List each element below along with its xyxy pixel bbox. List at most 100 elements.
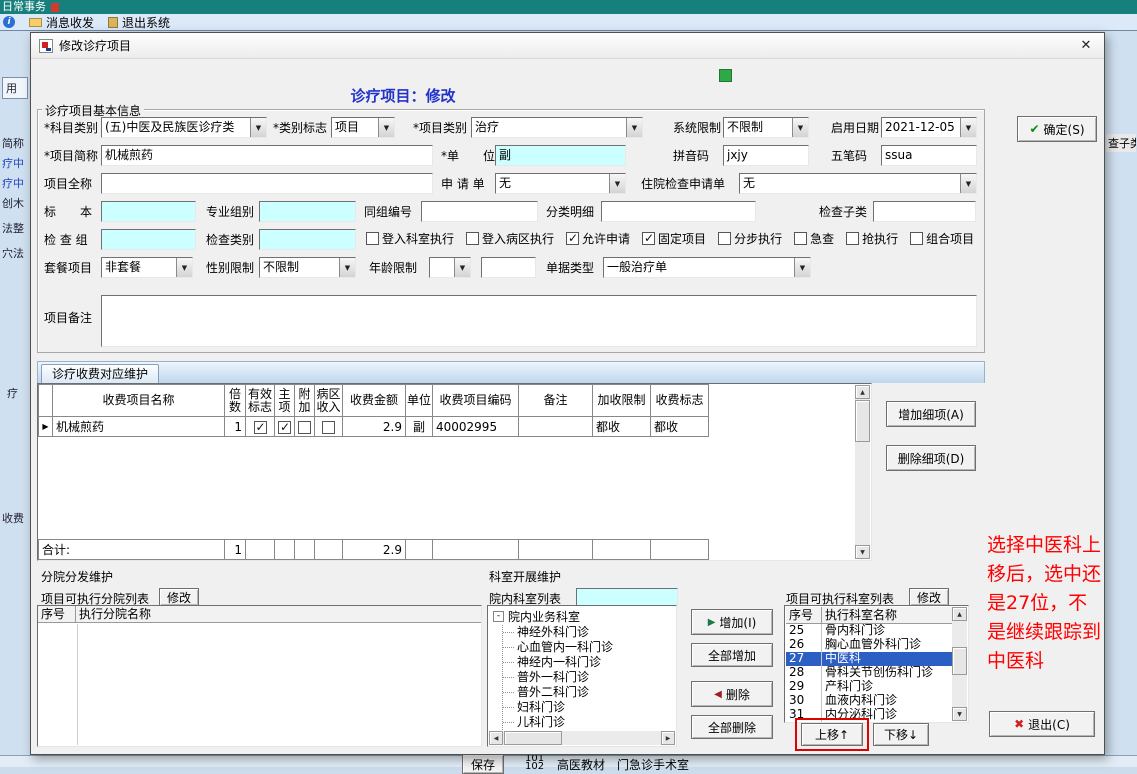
close-icon[interactable]: ✕ [1076,37,1096,55]
tree-item[interactable]: 神经外科门诊 [503,625,675,640]
delete-detail-button[interactable]: 删除细项(D) [886,445,976,471]
save-button-clipped[interactable]: 保存 [462,754,504,774]
exec-dept-modify-button[interactable]: 修改 [909,588,949,606]
class-detail-input[interactable] [601,201,756,222]
doc-type-select[interactable]: 一般治疗单 ▼ [603,257,811,278]
column-header[interactable]: 序号 [38,606,76,622]
full-name-input[interactable] [101,173,433,194]
checkbox-icon[interactable] [846,232,860,245]
column-header[interactable]: 执行科室名称 [822,607,952,623]
flag-checkbox-item[interactable]: 组合项目 [910,230,974,247]
add-all-button[interactable]: 全部增加 [691,643,773,667]
tree-item[interactable]: 普外一科门诊 [503,670,675,685]
dept-search-input[interactable] [576,588,678,606]
category-flag-select[interactable]: 项目 ▼ [331,117,395,138]
exec-dept-row[interactable]: 30 血液内科门诊 [786,694,952,708]
ward-checkbox[interactable] [322,420,335,434]
delete-all-button[interactable]: 全部删除 [691,715,773,739]
column-header[interactable]: 收费项目编码 [432,384,519,417]
tab-charge-mapping[interactable]: 诊疗收费对应维护 [41,364,160,384]
tree-root-node[interactable]: - 院内业务科室 [489,607,675,625]
menu-item-messages[interactable]: 消息收发 [29,14,94,31]
flag-checkbox-item[interactable]: 登入科室执行 [366,230,454,247]
exec-dept-row[interactable]: 26 胸心血管外科门诊 [786,638,952,652]
move-up-button[interactable]: 上移↑ [801,723,863,746]
tree-item[interactable]: 神经内一科门诊 [503,655,675,670]
flag-checkbox-item[interactable]: 急查 [794,230,834,247]
check-subclass-input[interactable] [873,201,976,222]
scrollbar-thumb[interactable] [952,647,967,675]
exec-dept-vertical-scrollbar[interactable]: ▲ ▼ [952,607,967,721]
scroll-down-icon[interactable]: ▼ [855,545,870,559]
checkbox-icon[interactable] [366,232,379,245]
unit-input[interactable]: 副 [495,145,626,166]
charge-vertical-scrollbar[interactable]: ▲ ▼ [855,385,870,559]
column-header[interactable]: 执行分院名称 [76,606,481,622]
exit-button[interactable]: ✖ 退出(C) [989,711,1095,737]
valid-checkbox[interactable] [253,420,267,434]
column-header[interactable]: 病区收入 [314,384,343,417]
checkbox-icon[interactable] [718,232,732,245]
flag-checkbox-item[interactable]: 允许申请 [566,230,630,247]
exec-dept-row[interactable]: 29 产科门诊 [786,680,952,694]
tree-item[interactable]: 普外二科门诊 [503,685,675,700]
checkbox-icon[interactable] [466,232,480,245]
column-header[interactable]: 收费标志 [650,384,709,417]
checkbox-icon[interactable] [794,232,808,245]
scroll-right-icon[interactable]: ▶ [661,731,675,745]
tree-horizontal-scrollbar[interactable]: ◀ ▶ [489,731,675,745]
flag-checkbox-item[interactable]: 固定项目 [642,230,706,247]
scrollbar-thumb[interactable] [504,731,562,745]
flag-checkbox-item[interactable]: 登入病区执行 [466,230,554,247]
request-form-select[interactable]: 无 ▼ [495,173,626,194]
remark-textarea[interactable] [101,295,977,347]
inpatient-form-select[interactable]: 无 ▼ [739,173,977,194]
checkbox-icon[interactable] [910,232,924,245]
delete-dept-button[interactable]: ◀ 删除 [691,681,773,707]
subject-category-select[interactable]: (五)中医及民族医诊疗类 ▼ [101,117,267,138]
exec-dept-row[interactable]: 28 骨科关节创伤科门诊 [786,666,952,680]
prof-group-input[interactable] [259,201,356,222]
tree-item[interactable]: 心血管内一科门诊 [503,640,675,655]
column-header[interactable]: 有效标志 [245,384,275,417]
tree-item[interactable]: 儿科门诊 [503,715,675,730]
column-header[interactable]: 加收限制 [592,384,651,417]
item-category-select[interactable]: 治疗 ▼ [471,117,643,138]
specimen-input[interactable] [101,201,196,222]
check-group-input[interactable] [101,229,196,250]
menu-item-exit-system[interactable]: 退出系统 [108,14,170,31]
exec-dept-row[interactable]: 27 中医科 [786,652,952,666]
add-detail-button[interactable]: 增加细项(A) [886,401,976,427]
flag-checkbox-item[interactable]: 分步执行 [718,230,782,247]
move-down-button[interactable]: 下移↓ [873,723,929,746]
extra-checkbox[interactable] [298,420,311,434]
flag-checkbox-item[interactable]: 抢执行 [846,230,898,247]
scrollbar-thumb[interactable] [855,400,870,442]
system-limit-select[interactable]: 不限制 ▼ [723,117,809,138]
column-header[interactable]: 主项 [274,384,295,417]
column-header[interactable]: 附加 [294,384,315,417]
scroll-up-icon[interactable]: ▲ [855,385,870,399]
item-abbr-input[interactable]: 机械煎药 [101,145,433,166]
check-category-input[interactable] [259,229,356,250]
same-group-no-input[interactable] [421,201,538,222]
charge-row[interactable]: ▶ 机械煎药 1 2.9 副 40002995 都收 都收 [38,416,709,437]
add-dept-button[interactable]: ▶ 增加(I) [691,609,773,635]
column-header[interactable]: 收费项目名称 [52,384,225,417]
tree-item[interactable]: 妇科门诊 [503,700,675,715]
age-limit-input[interactable] [481,257,536,278]
column-header[interactable]: 备注 [518,384,593,417]
checkbox-icon[interactable] [642,231,656,245]
pinyin-input[interactable]: jxjy [723,145,809,166]
wubi-input[interactable]: ssua [881,145,977,166]
column-header[interactable]: 单位 [405,384,433,417]
column-header[interactable]: 序号 [786,607,822,623]
confirm-button[interactable]: ✔ 确定(S) [1017,116,1097,142]
scroll-down-icon[interactable]: ▼ [952,707,967,721]
exec-dept-row[interactable]: 25 骨内科门诊 [786,624,952,638]
checkbox-icon[interactable] [566,231,580,245]
branch-modify-button[interactable]: 修改 [159,588,199,606]
dialog-titlebar[interactable]: 修改诊疗项目 ✕ [31,33,1104,59]
column-header[interactable]: 收费金额 [342,384,406,417]
start-date-select[interactable]: 2021-12-05 ▼ [881,117,977,138]
